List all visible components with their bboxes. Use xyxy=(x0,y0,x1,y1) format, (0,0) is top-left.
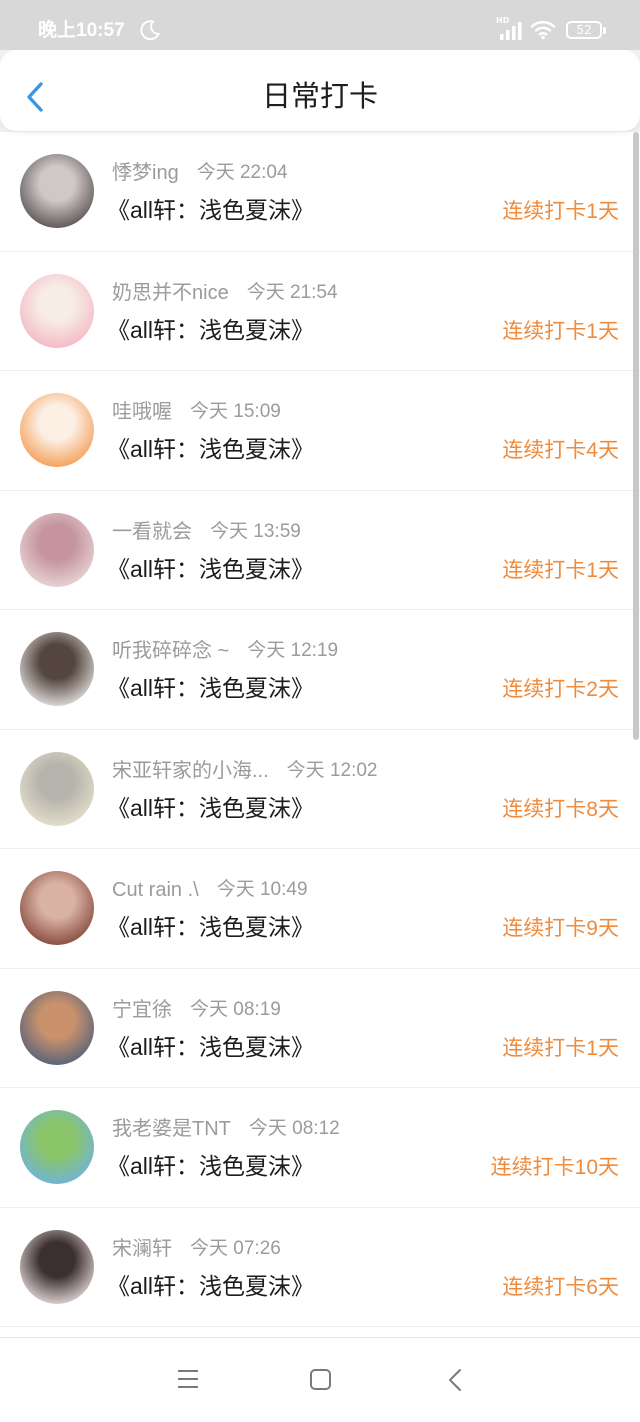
user-name[interactable]: 听我碎碎念 ~ xyxy=(112,638,229,664)
home-icon[interactable] xyxy=(309,1368,332,1391)
avatar[interactable] xyxy=(20,632,94,706)
streak-label: 连续打卡6天 xyxy=(502,1275,619,1299)
header: 日常打卡 xyxy=(0,50,640,131)
user-name[interactable]: Cut rain .\ xyxy=(112,877,199,903)
streak-label: 连续打卡1天 xyxy=(502,319,619,343)
menu-icon[interactable] xyxy=(176,1368,200,1390)
list-item[interactable]: 奶思并不nice 今天 21:54 《all轩：浅色夏沫》 连续打卡1天 xyxy=(0,252,640,371)
meta-row: 我老婆是TNT 今天 08:12 xyxy=(112,1116,340,1142)
meta-row: 哇哦喔 今天 15:09 xyxy=(112,399,281,425)
streak-label: 连续打卡10天 xyxy=(490,1156,619,1179)
streak-label: 连续打卡8天 xyxy=(502,797,619,821)
book-title[interactable]: 《all轩：浅色夏沫》 xyxy=(107,1151,314,1181)
book-title[interactable]: 《all轩：浅色夏沫》 xyxy=(107,793,314,823)
checkin-time: 今天 10:49 xyxy=(216,879,308,900)
user-name[interactable]: 哇哦喔 xyxy=(112,399,172,425)
streak-label: 连续打卡9天 xyxy=(502,917,619,940)
checkin-time: 今天 08:19 xyxy=(190,998,281,1020)
list-item[interactable]: Cut rain .\ 今天 10:49 《all轩：浅色夏沫》 连续打卡9天 xyxy=(0,849,640,969)
avatar[interactable] xyxy=(20,512,94,587)
user-name[interactable]: 宋澜轩 xyxy=(112,1236,172,1262)
list-item[interactable]: 我老婆是TNT 今天 08:12 《all轩：浅色夏沫》 连续打卡10天 xyxy=(0,1088,640,1208)
user-name[interactable]: 一看就会 xyxy=(112,519,192,545)
book-title[interactable]: 《all轩：浅色夏沫》 xyxy=(107,315,314,345)
list-item[interactable]: 宋亚轩家的小海... 今天 12:02 《all轩：浅色夏沫》 连续打卡8天 xyxy=(0,730,640,849)
user-name[interactable]: 宋亚轩家的小海... xyxy=(112,758,269,784)
status-time: 晚上10:57 xyxy=(38,20,125,41)
book-title[interactable]: 《all轩：浅色夏沫》 xyxy=(107,434,314,464)
user-name[interactable]: 宁宜徐 xyxy=(112,997,172,1023)
list-item[interactable]: 哇哦喔 今天 15:09 《all轩：浅色夏沫》 连续打卡4天 xyxy=(0,371,640,491)
list-item[interactable]: 一看就会 今天 13:59 《all轩：浅色夏沫》 连续打卡1天 xyxy=(0,491,640,610)
book-title[interactable]: 《all轩：浅色夏沫》 xyxy=(107,554,314,584)
checkin-time: 今天 07:26 xyxy=(190,1237,281,1259)
streak-label: 连续打卡1天 xyxy=(502,200,619,223)
book-title[interactable]: 《all轩：浅色夏沫》 xyxy=(107,1032,314,1062)
system-nav-bar xyxy=(0,1337,640,1422)
meta-row: 听我碎碎念 ~ 今天 12:19 xyxy=(112,638,338,664)
meta-row: Cut rain .\ 今天 10:49 xyxy=(112,877,308,903)
list-item[interactable]: 听我碎碎念 ~ 今天 12:19 《all轩：浅色夏沫》 连续打卡2天 xyxy=(0,610,640,730)
moon-icon xyxy=(139,19,161,41)
wifi-icon xyxy=(530,19,556,40)
scrollbar[interactable] xyxy=(633,132,639,740)
avatar[interactable] xyxy=(20,751,94,826)
list-item[interactable]: 宁宜徐 今天 08:19 《all轩：浅色夏沫》 连续打卡1天 xyxy=(0,969,640,1088)
streak-label: 连续打卡1天 xyxy=(502,558,619,582)
checkin-time: 今天 08:12 xyxy=(248,1118,340,1139)
checkin-list[interactable]: 悸梦ing 今天 22:04 《all轩：浅色夏沫》 连续打卡1天 奶思并不nice 今天… xyxy=(0,132,640,1337)
battery-icon: 52 xyxy=(566,21,602,39)
avatar[interactable] xyxy=(20,154,94,228)
meta-row: 宋澜轩 今天 07:26 xyxy=(112,1236,281,1262)
avatar[interactable] xyxy=(20,393,94,467)
avatar[interactable] xyxy=(20,1110,94,1184)
meta-row: 奶思并不nice 今天 21:54 xyxy=(112,280,338,306)
battery-nub xyxy=(603,27,606,34)
checkin-time: 今天 13:59 xyxy=(210,520,301,542)
streak-label: 连续打卡2天 xyxy=(502,678,619,701)
list-item[interactable]: 悸梦ing 今天 22:04 《all轩：浅色夏沫》 连续打卡1天 xyxy=(0,132,640,252)
book-title[interactable]: 《all轩：浅色夏沫》 xyxy=(107,195,314,225)
status-bar: 晚上10:57 HD 52 xyxy=(0,0,640,50)
avatar[interactable] xyxy=(20,871,94,945)
avatar[interactable] xyxy=(20,1229,94,1304)
list-item[interactable]: 宋澜轩 今天 07:26 《all轩：浅色夏沫》 连续打卡6天 xyxy=(0,1208,640,1327)
user-name[interactable]: 奶思并不nice xyxy=(112,280,229,306)
meta-row: 宁宜徐 今天 08:19 xyxy=(112,997,281,1023)
avatar[interactable] xyxy=(20,273,94,348)
checkin-time: 今天 12:02 xyxy=(286,759,378,781)
streak-label: 连续打卡1天 xyxy=(502,1036,619,1060)
page-title: 日常打卡 xyxy=(261,81,378,113)
meta-row: 悸梦ing 今天 22:04 xyxy=(112,160,288,186)
book-title[interactable]: 《all轩：浅色夏沫》 xyxy=(107,673,314,703)
checkin-time: 今天 21:54 xyxy=(246,281,338,303)
user-name[interactable]: 我老婆是TNT xyxy=(112,1116,231,1142)
checkin-time: 今天 12:19 xyxy=(247,640,339,661)
checkin-time: 今天 15:09 xyxy=(190,401,281,422)
meta-row: 一看就会 今天 13:59 xyxy=(112,519,301,545)
book-title[interactable]: 《all轩：浅色夏沫》 xyxy=(107,912,314,942)
avatar[interactable] xyxy=(20,990,94,1065)
checkin-time: 今天 22:04 xyxy=(196,162,288,183)
streak-label: 连续打卡4天 xyxy=(502,439,619,462)
book-title[interactable]: 《all轩：浅色夏沫》 xyxy=(107,1271,314,1301)
user-name[interactable]: 悸梦ing xyxy=(112,160,179,186)
back-icon[interactable] xyxy=(446,1368,464,1392)
signal-icon xyxy=(500,22,522,40)
meta-row: 宋亚轩家的小海... 今天 12:02 xyxy=(112,758,378,784)
